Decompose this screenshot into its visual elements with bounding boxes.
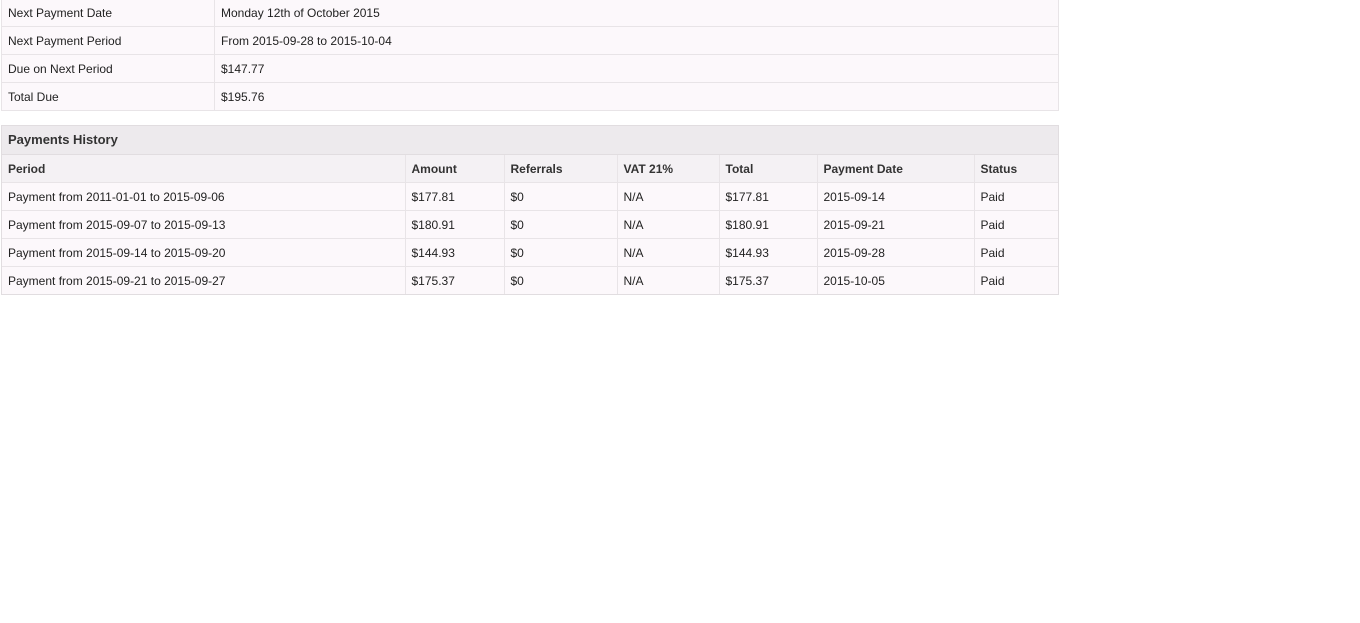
payments-history-title: Payments History — [2, 126, 1058, 155]
cell-period: Payment from 2011-01-01 to 2015-09-06 — [2, 182, 406, 211]
column-header-status: Status — [973, 155, 1058, 183]
summary-value: Monday 12th of October 2015 — [214, 0, 1059, 27]
table-row: Payment from 2015-09-14 to 2015-09-20 $1… — [2, 238, 1058, 267]
cell-referrals: $0 — [503, 182, 618, 211]
cell-amount: $177.81 — [404, 182, 505, 211]
cell-status: Paid — [973, 266, 1058, 294]
column-header-referrals: Referrals — [503, 155, 618, 183]
table-row: Payment from 2011-01-01 to 2015-09-06 $1… — [2, 182, 1058, 211]
cell-vat: N/A — [616, 210, 720, 239]
summary-row: Next Payment Date Monday 12th of October… — [1, 0, 1059, 27]
payments-history-table: Period Amount Referrals VAT 21% Total Pa… — [2, 155, 1058, 294]
cell-referrals: $0 — [503, 238, 618, 267]
cell-total: $180.91 — [718, 210, 818, 239]
cell-vat: N/A — [616, 266, 720, 294]
cell-payment-date: 2015-10-05 — [816, 266, 975, 294]
payment-summary-table: Next Payment Date Monday 12th of October… — [1, 0, 1059, 111]
cell-status: Paid — [973, 210, 1058, 239]
cell-referrals: $0 — [503, 210, 618, 239]
summary-value: From 2015-09-28 to 2015-10-04 — [214, 26, 1059, 55]
column-header-total: Total — [718, 155, 818, 183]
cell-vat: N/A — [616, 182, 720, 211]
summary-label: Next Payment Date — [1, 0, 215, 27]
column-header-period: Period — [2, 155, 406, 183]
cell-amount: $175.37 — [404, 266, 505, 294]
table-header-row: Period Amount Referrals VAT 21% Total Pa… — [2, 155, 1058, 183]
summary-value: $147.77 — [214, 54, 1059, 83]
column-header-vat: VAT 21% — [616, 155, 720, 183]
summary-label: Due on Next Period — [1, 54, 215, 83]
table-row: Payment from 2015-09-07 to 2015-09-13 $1… — [2, 210, 1058, 239]
cell-status: Paid — [973, 238, 1058, 267]
summary-label: Total Due — [1, 82, 215, 111]
cell-status: Paid — [973, 182, 1058, 211]
summary-row: Total Due $195.76 — [1, 82, 1059, 111]
payments-history-panel: Payments History Period Amount Referrals… — [1, 125, 1059, 295]
cell-referrals: $0 — [503, 266, 618, 294]
cell-payment-date: 2015-09-21 — [816, 210, 975, 239]
summary-row: Due on Next Period $147.77 — [1, 54, 1059, 83]
cell-amount: $180.91 — [404, 210, 505, 239]
cell-total: $177.81 — [718, 182, 818, 211]
table-row: Payment from 2015-09-21 to 2015-09-27 $1… — [2, 266, 1058, 294]
cell-period: Payment from 2015-09-21 to 2015-09-27 — [2, 266, 406, 294]
cell-period: Payment from 2015-09-07 to 2015-09-13 — [2, 210, 406, 239]
cell-period: Payment from 2015-09-14 to 2015-09-20 — [2, 238, 406, 267]
column-header-payment-date: Payment Date — [816, 155, 975, 183]
cell-payment-date: 2015-09-28 — [816, 238, 975, 267]
cell-total: $144.93 — [718, 238, 818, 267]
summary-row: Next Payment Period From 2015-09-28 to 2… — [1, 26, 1059, 55]
cell-vat: N/A — [616, 238, 720, 267]
cell-total: $175.37 — [718, 266, 818, 294]
column-header-amount: Amount — [404, 155, 505, 183]
summary-label: Next Payment Period — [1, 26, 215, 55]
cell-amount: $144.93 — [404, 238, 505, 267]
summary-value: $195.76 — [214, 82, 1059, 111]
cell-payment-date: 2015-09-14 — [816, 182, 975, 211]
